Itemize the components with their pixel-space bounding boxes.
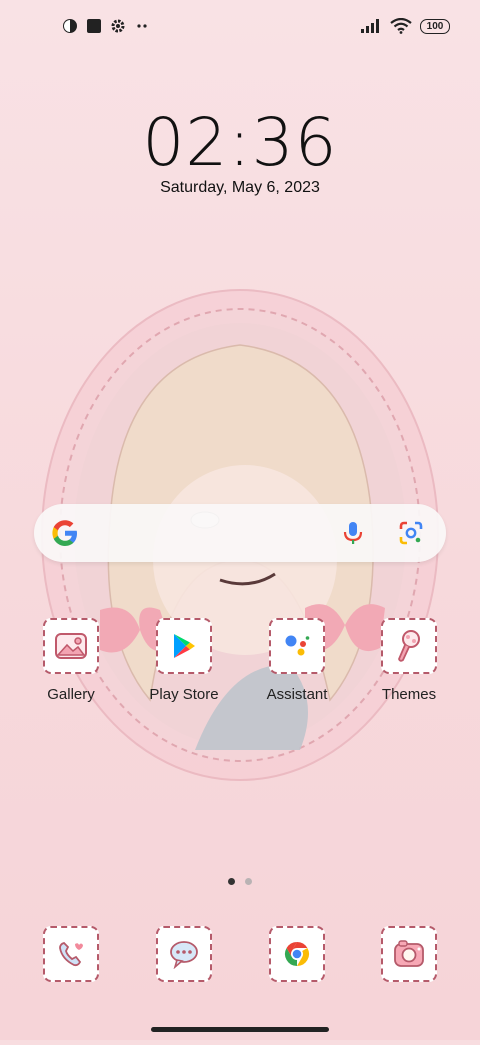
- google-g-icon: [52, 520, 77, 546]
- status-bar: 100: [0, 0, 480, 56]
- themes-icon: [398, 630, 420, 662]
- page-dot: [245, 878, 252, 885]
- clock-time[interactable]: 02:36: [0, 104, 480, 181]
- clock-date[interactable]: Saturday, May 6, 2023: [0, 179, 480, 197]
- play-store-tile: [156, 618, 212, 674]
- dock-messages[interactable]: [136, 926, 232, 982]
- home-gesture-bar[interactable]: [151, 1027, 329, 1032]
- app-play-store[interactable]: Play Store: [136, 618, 232, 703]
- camera-tile: [381, 926, 437, 982]
- phone-tile: [43, 926, 99, 982]
- app-label: Play Store: [149, 686, 219, 703]
- page-indicator: [228, 878, 252, 885]
- app-label: Themes: [381, 686, 437, 703]
- page-dot-active: [228, 878, 235, 885]
- camera-icon: [394, 940, 424, 967]
- settings-gear-icon: [111, 19, 125, 33]
- more-notifications-icon: [137, 24, 147, 28]
- google-lens-icon[interactable]: [398, 520, 424, 546]
- messages-tile: [156, 926, 212, 982]
- assistant-tile: [269, 618, 325, 674]
- app-assistant[interactable]: Assistant: [249, 618, 345, 703]
- messages-icon: [170, 941, 198, 969]
- dock-camera[interactable]: [361, 926, 457, 982]
- app-label: Assistant: [266, 686, 328, 703]
- chrome-tile: [269, 926, 325, 982]
- themes-tile: [381, 618, 437, 674]
- microphone-icon[interactable]: [340, 520, 366, 546]
- wifi-icon: [390, 18, 412, 34]
- dock-chrome[interactable]: [249, 926, 345, 982]
- app-label: Gallery: [47, 686, 95, 703]
- data-saver-icon: [63, 19, 77, 33]
- gallery-icon: [55, 633, 87, 659]
- gallery-tile: [43, 618, 99, 674]
- app-gallery[interactable]: Gallery: [23, 618, 119, 703]
- battery-level: 100: [420, 18, 450, 34]
- play-store-icon: [174, 634, 195, 658]
- signal-icon: [361, 19, 379, 33]
- google-search-bar[interactable]: [34, 504, 446, 562]
- chrome-icon: [284, 942, 310, 966]
- phone-icon: [59, 942, 83, 967]
- notification-square-icon: [87, 19, 101, 33]
- app-themes[interactable]: Themes: [361, 618, 457, 703]
- dock-phone[interactable]: [23, 926, 119, 982]
- assistant-icon: [285, 635, 310, 656]
